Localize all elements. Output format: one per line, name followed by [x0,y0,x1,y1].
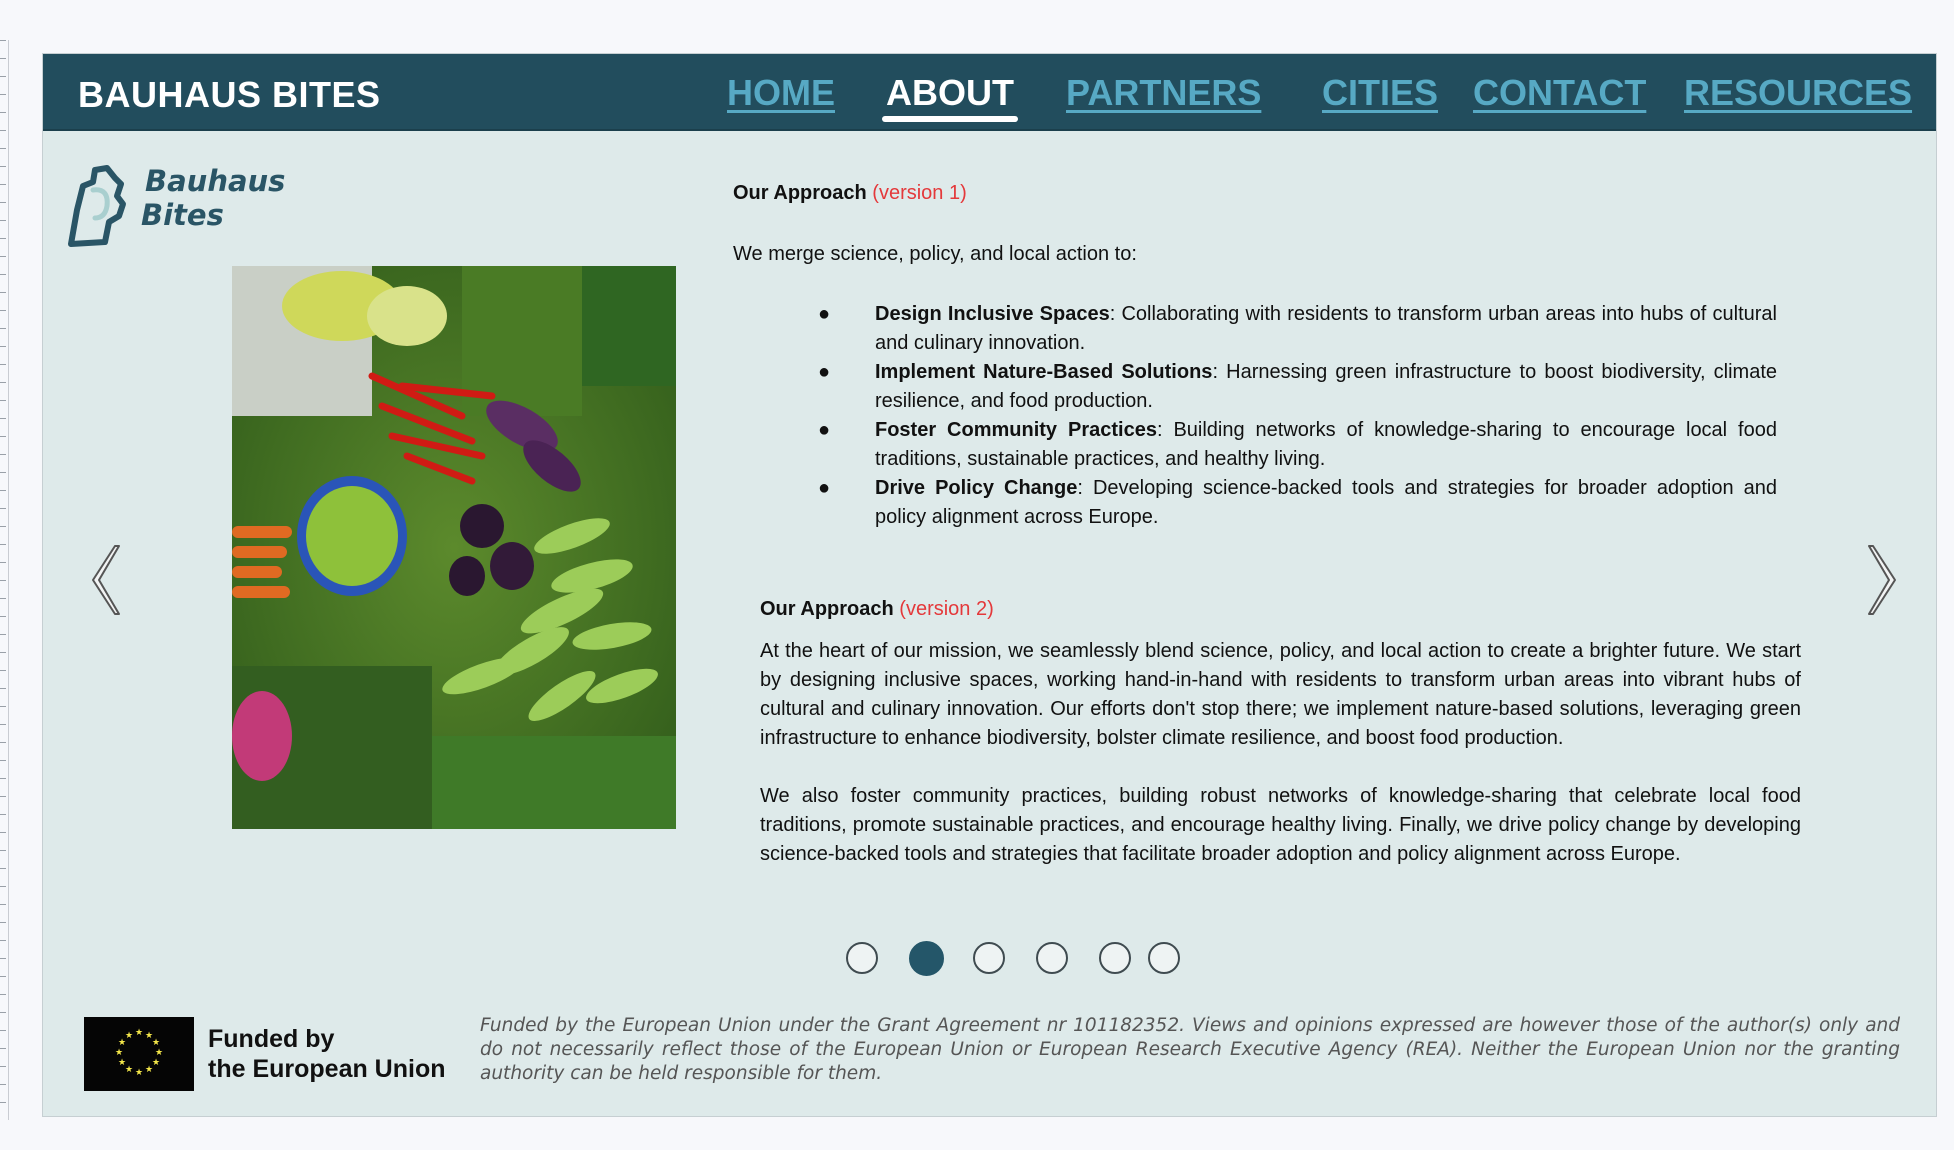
version-2-tag: (version 2) [899,598,994,620]
list-item-text: Implement Nature-Based Solutions: Harnes… [875,358,1777,416]
logo-wordmark: Bauhaus Bites [141,164,286,232]
list-item: ● Foster Community Practices: Building n… [733,416,1833,474]
svg-text:★: ★ [152,1058,160,1068]
version-1-tag: (version 1) [872,182,967,204]
list-item-title: Implement Nature-Based Solutions [875,361,1213,383]
bullet-icon: ● [818,303,831,325]
bullet-icon: ● [818,477,831,499]
svg-text:★: ★ [152,1038,160,1048]
carousel-dot-3[interactable] [973,942,1005,974]
svg-text:★: ★ [125,1065,133,1075]
left-ruler [0,40,9,1120]
site-title[interactable]: BAUHAUS BITES [78,74,381,116]
list-item: ● Drive Policy Change: Developing scienc… [733,474,1833,532]
list-item-text: Drive Policy Change: Developing science-… [875,474,1777,532]
approach-v2-paragraph-1: At the heart of our mission, we seamless… [760,640,1801,749]
top-navigation-bar: BAUHAUS BITES HOME ABOUT PARTNERS CITIES… [43,54,1936,131]
list-item-text: Design Inclusive Spaces: Collaborating w… [875,300,1777,358]
approach-v1-intro: We merge science, policy, and local acti… [733,243,1137,265]
svg-text:★: ★ [145,1065,153,1075]
nav-cities[interactable]: CITIES [1322,72,1438,114]
svg-text:★: ★ [115,1048,123,1058]
vegetables-photo [232,266,676,829]
approach-v1-list: ● Design Inclusive Spaces: Collaborating… [733,300,1833,532]
carousel-dot-2[interactable] [909,941,944,976]
carousel-dot-5[interactable] [1099,942,1131,974]
list-item-title: Drive Policy Change [875,477,1078,499]
bauhaus-bites-logo: Bauhaus Bites [65,152,305,252]
eu-disclaimer: Funded by the European Union under the G… [480,1015,1900,1084]
list-item-title: Foster Community Practices [875,419,1157,441]
svg-text:★: ★ [135,1028,143,1038]
carousel-prev-icon[interactable] [85,542,125,618]
carousel-next-icon[interactable] [1863,542,1903,618]
list-item: ● Implement Nature-Based Solutions: Harn… [733,358,1833,416]
eu-flag-icon: ★ ★ ★ ★ ★ ★ ★ ★ ★ ★ ★ ★ [84,1017,194,1091]
nav-partners[interactable]: PARTNERS [1066,72,1261,114]
logo-line-2: Bites [141,198,224,232]
approach-v1-heading: Our Approach (version 1) [733,182,967,205]
approach-v1-title: Our Approach [733,182,867,204]
approach-v2-heading: Our Approach (version 2) [760,598,994,621]
approach-v2-title: Our Approach [760,598,894,620]
carousel-dot-1[interactable] [846,942,878,974]
funded-line-1: Funded by [208,1025,335,1053]
list-item: ● Design Inclusive Spaces: Collaborating… [733,300,1833,358]
list-item-text: Foster Community Practices: Building net… [875,416,1777,474]
svg-text:★: ★ [135,1068,143,1078]
svg-text:★: ★ [118,1058,126,1068]
nav-about[interactable]: ABOUT [882,72,1018,122]
funded-line-2: the European Union [208,1055,446,1083]
svg-text:★: ★ [125,1031,133,1041]
carousel-dot-4[interactable] [1036,942,1068,974]
bullet-icon: ● [818,361,831,383]
nav-resources[interactable]: RESOURCES [1684,72,1912,114]
svg-text:★: ★ [155,1048,163,1058]
logo-mark-icon [68,165,126,247]
page-frame: BAUHAUS BITES HOME ABOUT PARTNERS CITIES… [42,53,1937,1117]
list-item-title: Design Inclusive Spaces [875,303,1110,325]
carousel-dot-6[interactable] [1148,942,1180,974]
nav-home[interactable]: HOME [727,72,835,114]
nav-contact[interactable]: CONTACT [1473,72,1646,114]
eu-funding-label: Funded by the European Union [208,1024,446,1084]
logo-line-1: Bauhaus [145,164,286,198]
bullet-icon: ● [818,419,831,441]
approach-v2-paragraph-2: We also foster community practices, buil… [760,785,1801,865]
